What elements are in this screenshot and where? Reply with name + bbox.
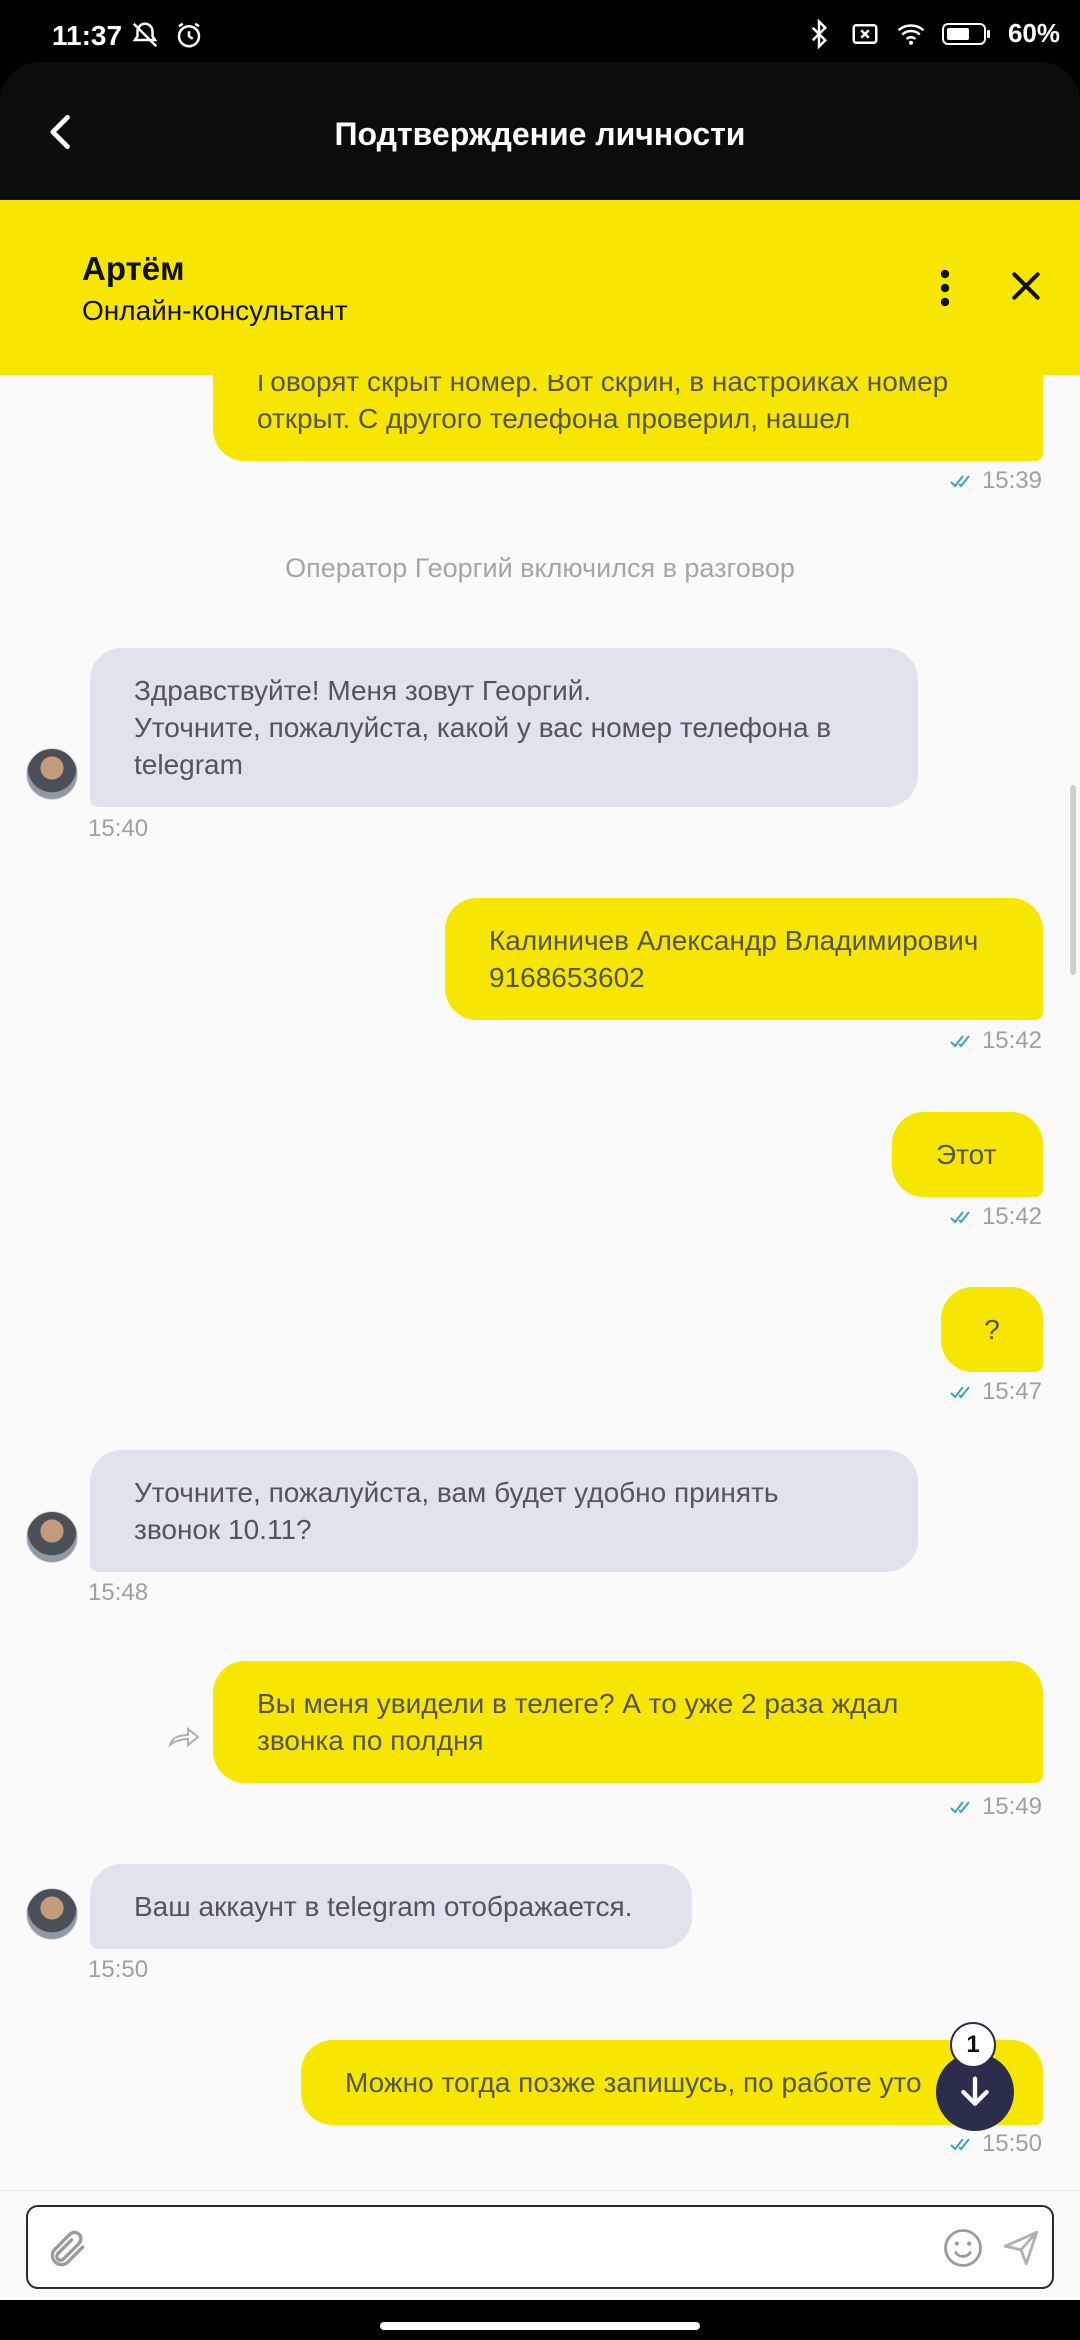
system-message: Оператор Георгий включился в разговор bbox=[285, 553, 795, 583]
message-time: 15:42 bbox=[950, 1027, 1042, 1055]
double-check-icon bbox=[950, 1386, 970, 1399]
message-time: 15:49 bbox=[950, 1793, 1042, 1821]
chat-area[interactable]: Говорят скрыт номер. Вот скрин, в настро… bbox=[0, 375, 1080, 2190]
scrollbar-thumb[interactable] bbox=[1070, 785, 1076, 975]
message-time: 15:50 bbox=[950, 2130, 1042, 2158]
send-icon[interactable] bbox=[1000, 2227, 1042, 2269]
sim-off-icon bbox=[852, 23, 878, 44]
emoji-icon[interactable] bbox=[942, 2227, 984, 2269]
system-nav-bar bbox=[0, 2300, 1080, 2340]
double-check-icon bbox=[950, 1211, 970, 1224]
bluetooth-icon bbox=[811, 18, 827, 49]
wifi-icon bbox=[897, 23, 925, 45]
message-input-box bbox=[26, 2205, 1054, 2289]
app-header: Подтверждение личности bbox=[0, 62, 1080, 200]
message-time: 15:48 bbox=[88, 1579, 149, 1606]
alarm-icon bbox=[177, 22, 201, 48]
message-time: 15:42 bbox=[950, 1203, 1042, 1231]
user-message-bubble: Можно тогда позже запишусь, по работе ут… bbox=[301, 2040, 1043, 2125]
bell-off-icon bbox=[132, 22, 158, 48]
message-time: 15:47 bbox=[950, 1378, 1042, 1406]
input-bar bbox=[0, 2190, 1080, 2300]
user-message-bubble: Калиничев Александр Владимирович 9168653… bbox=[445, 898, 1043, 1020]
user-message-bubble: Вы меня увидели в телеге? А то уже 2 раз… bbox=[213, 1661, 1043, 1783]
operator-avatar bbox=[26, 748, 78, 800]
operator-message-bubble: Ваш аккаунт в telegram отображается. bbox=[90, 1864, 692, 1949]
close-icon[interactable] bbox=[1006, 266, 1046, 306]
operator-banner: Артём Онлайн-консультант bbox=[0, 200, 1080, 375]
status-right: 60% bbox=[804, 18, 1060, 49]
more-vert-icon[interactable] bbox=[930, 267, 960, 309]
message-input[interactable] bbox=[108, 2217, 928, 2277]
arrow-down-icon bbox=[961, 2076, 989, 2106]
forward-icon[interactable] bbox=[168, 1725, 200, 1749]
unread-badge: 1 bbox=[950, 2022, 996, 2068]
operator-avatar bbox=[26, 1511, 78, 1563]
double-check-icon bbox=[950, 1801, 970, 1814]
page-title: Подтверждение личности bbox=[334, 116, 746, 152]
double-check-icon bbox=[950, 1035, 970, 1048]
operator-message-bubble: Уточните, пожалуйста, вам будет удобно п… bbox=[90, 1450, 918, 1572]
message-time: 15:50 bbox=[88, 1956, 149, 1983]
status-time: 11:37 bbox=[52, 20, 123, 51]
double-check-icon bbox=[950, 2138, 970, 2151]
operator-role: Онлайн-консультант bbox=[82, 295, 348, 326]
operator-avatar bbox=[26, 1888, 78, 1940]
message-time: 15:39 bbox=[950, 467, 1042, 495]
user-message-bubble: Этот bbox=[892, 1112, 1043, 1197]
operator-message-bubble: Здравствуйте! Меня зовут Георгий. Уточни… bbox=[90, 648, 918, 807]
status-left-icons bbox=[130, 20, 204, 50]
message-time: 15:40 bbox=[88, 815, 149, 842]
operator-name: Артём bbox=[82, 250, 185, 287]
user-message-bubble: Говорят скрыт номер. Вот скрин, в настро… bbox=[213, 375, 1043, 461]
user-message-bubble: ? bbox=[941, 1287, 1043, 1372]
double-check-icon bbox=[950, 475, 970, 488]
home-indicator[interactable] bbox=[380, 2322, 700, 2330]
battery-icon bbox=[941, 22, 990, 45]
status-bar: 11:37 60% bbox=[0, 0, 1080, 62]
battery-percent: 60% bbox=[1007, 18, 1060, 48]
paperclip-icon[interactable] bbox=[46, 2227, 90, 2271]
